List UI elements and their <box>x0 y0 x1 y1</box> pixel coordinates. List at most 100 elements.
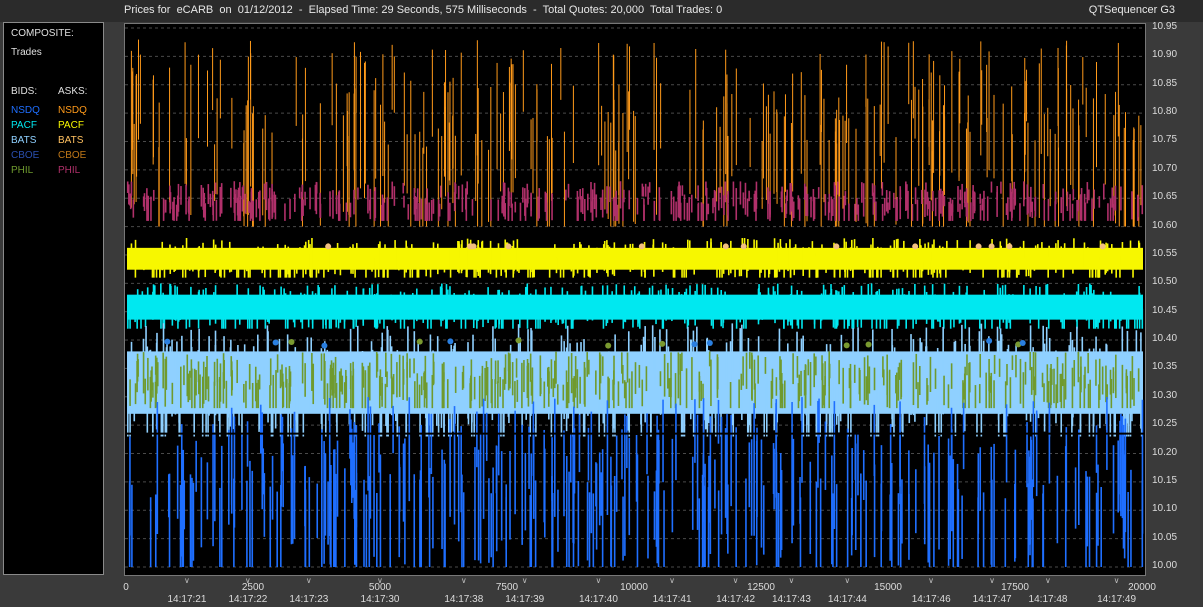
quote-marker <box>605 342 612 349</box>
time-tick-label: 14:17:38 <box>444 594 484 605</box>
quote-marker <box>691 341 698 348</box>
time-tick-label: 14:17:47 <box>972 594 1012 605</box>
time-marker-icon: ∨ <box>989 576 995 585</box>
y-tick-label: 10.15 <box>1152 474 1178 486</box>
time-marker-icon: ∨ <box>928 576 935 585</box>
quote-marker <box>1006 243 1013 250</box>
quote-marker <box>706 339 713 346</box>
time-marker-icon: ∨ <box>595 576 602 585</box>
quote-marker <box>988 243 995 250</box>
y-tick-label: 10.50 <box>1152 276 1178 288</box>
y-tick-label: 10.75 <box>1152 134 1178 146</box>
time-marker-icon: ∨ <box>377 576 383 585</box>
time-tick-label: 14:17:30 <box>360 594 400 605</box>
y-tick-label: 10.05 <box>1152 531 1178 543</box>
x-tick-label: 0 <box>123 582 129 593</box>
time-tick-label: 14:17:46 <box>911 594 951 605</box>
legend-ask-phil: PHIL <box>58 165 81 176</box>
time-tick-label: 14:17:21 <box>167 594 207 605</box>
quote-marker <box>164 338 171 345</box>
quote-marker <box>722 243 729 250</box>
y-tick-label: 10.40 <box>1152 333 1178 345</box>
time-marker-icon: ∨ <box>183 576 190 585</box>
quote-marker <box>975 243 982 250</box>
quote-marker <box>986 337 993 344</box>
x-tick-label: 7500 <box>495 582 519 593</box>
time-tick-label: 14:17:40 <box>578 594 618 605</box>
y-tick-label: 10.95 <box>1152 21 1178 32</box>
x-tick-label: 17500 <box>1001 582 1029 593</box>
trades-label: Trades <box>11 47 42 58</box>
quote-marker <box>833 243 840 250</box>
series-nsdq-bid <box>128 396 1144 567</box>
composite-label: COMPOSITE: <box>11 28 74 39</box>
time-tick-label: 14:17:48 <box>1028 594 1068 605</box>
y-tick-label: 10.80 <box>1152 106 1178 118</box>
quote-marker <box>505 243 512 250</box>
quote-marker <box>740 243 747 250</box>
quote-marker <box>288 338 295 345</box>
legend-bid-pacf: PACF <box>11 120 37 131</box>
y-tick-label: 10.60 <box>1152 219 1178 231</box>
quote-marker <box>638 243 645 250</box>
price-chart[interactable] <box>124 23 1146 576</box>
legend-bid-cboe: CBOE <box>11 150 40 161</box>
time-tick-label: 14:17:23 <box>289 594 329 605</box>
quote-marker <box>447 338 454 345</box>
time-tick-label: 14:17:49 <box>1097 594 1137 605</box>
quote-marker <box>325 243 332 250</box>
time-marker-icon: ∨ <box>1045 576 1051 585</box>
y-tick-label: 10.55 <box>1152 247 1178 259</box>
quote-marker <box>1099 243 1106 250</box>
x-tick-label: 10000 <box>620 582 648 593</box>
asks-header: ASKS: <box>58 86 88 97</box>
time-marker-icon: ∨ <box>521 576 528 585</box>
bids-header: BIDS: <box>11 86 38 97</box>
x-tick-label: 15000 <box>874 582 902 593</box>
title-bar: Prices for eCARB on 01/12/2012 - Elapsed… <box>0 0 1203 22</box>
quote-marker <box>659 340 666 347</box>
quote-marker <box>321 342 328 349</box>
time-tick-label: 14:17:39 <box>505 594 545 605</box>
x-tick-label: 20000 <box>1128 582 1156 593</box>
y-tick-label: 10.10 <box>1152 503 1178 515</box>
legend-ask-nsdq: NSDQ <box>58 105 87 116</box>
quote-marker <box>1019 340 1026 347</box>
quote-marker <box>515 337 522 344</box>
legend-ask-cboe: CBOE <box>58 150 87 161</box>
quote-marker <box>272 339 279 346</box>
y-tick-label: 10.30 <box>1152 389 1178 401</box>
time-marker-icon: ∨ <box>1113 576 1120 585</box>
window-title: Prices for eCARB on 01/12/2012 - Elapsed… <box>124 4 723 16</box>
time-marker-icon: ∨ <box>305 576 312 585</box>
price-chart-canvas <box>125 27 1145 568</box>
legend-bid-bats: BATS <box>11 135 37 146</box>
quote-marker <box>467 243 474 250</box>
y-tick-label: 10.25 <box>1152 418 1178 430</box>
x-tick-label: 12500 <box>747 582 775 593</box>
series-pacf-ask-fill <box>127 247 1143 270</box>
legend-bid-phil: PHIL <box>11 165 34 176</box>
quote-marker <box>912 243 919 250</box>
time-marker-icon: ∨ <box>788 576 795 585</box>
time-tick-label: 14:17:22 <box>228 594 268 605</box>
time-marker-icon: ∨ <box>844 576 851 585</box>
legend-ask-bats: BATS <box>58 135 84 146</box>
y-tick-label: 10.90 <box>1152 49 1178 61</box>
time-tick-label: 14:17:43 <box>772 594 811 605</box>
quote-marker <box>843 342 850 349</box>
time-marker-icon: ∨ <box>732 576 739 585</box>
y-axis: 10.95 10.90 10.85 10.80 10.75 10.70 10.65 10.60… <box>1148 21 1203 583</box>
time-marker-icon: ∨ <box>244 576 251 585</box>
y-tick-label: 10.35 <box>1152 361 1178 373</box>
y-tick-label: 10.65 <box>1152 191 1178 203</box>
legend-ask-pacf: PACF <box>58 120 84 131</box>
time-tick-label: 14:17:41 <box>652 594 692 605</box>
app-name: QTSequencer G3 <box>1088 4 1175 16</box>
legend-panel: COMPOSITE: Trades BIDS: ASKS: NSDQ PACF BA… <box>3 22 104 575</box>
series-pacf-bid <box>127 283 1144 329</box>
legend-bid-nsdq: NSDQ <box>11 105 40 116</box>
y-tick-label: 10.70 <box>1152 162 1178 174</box>
time-tick-label: 14:17:44 <box>827 594 867 605</box>
time-marker-icon: ∨ <box>669 576 675 585</box>
